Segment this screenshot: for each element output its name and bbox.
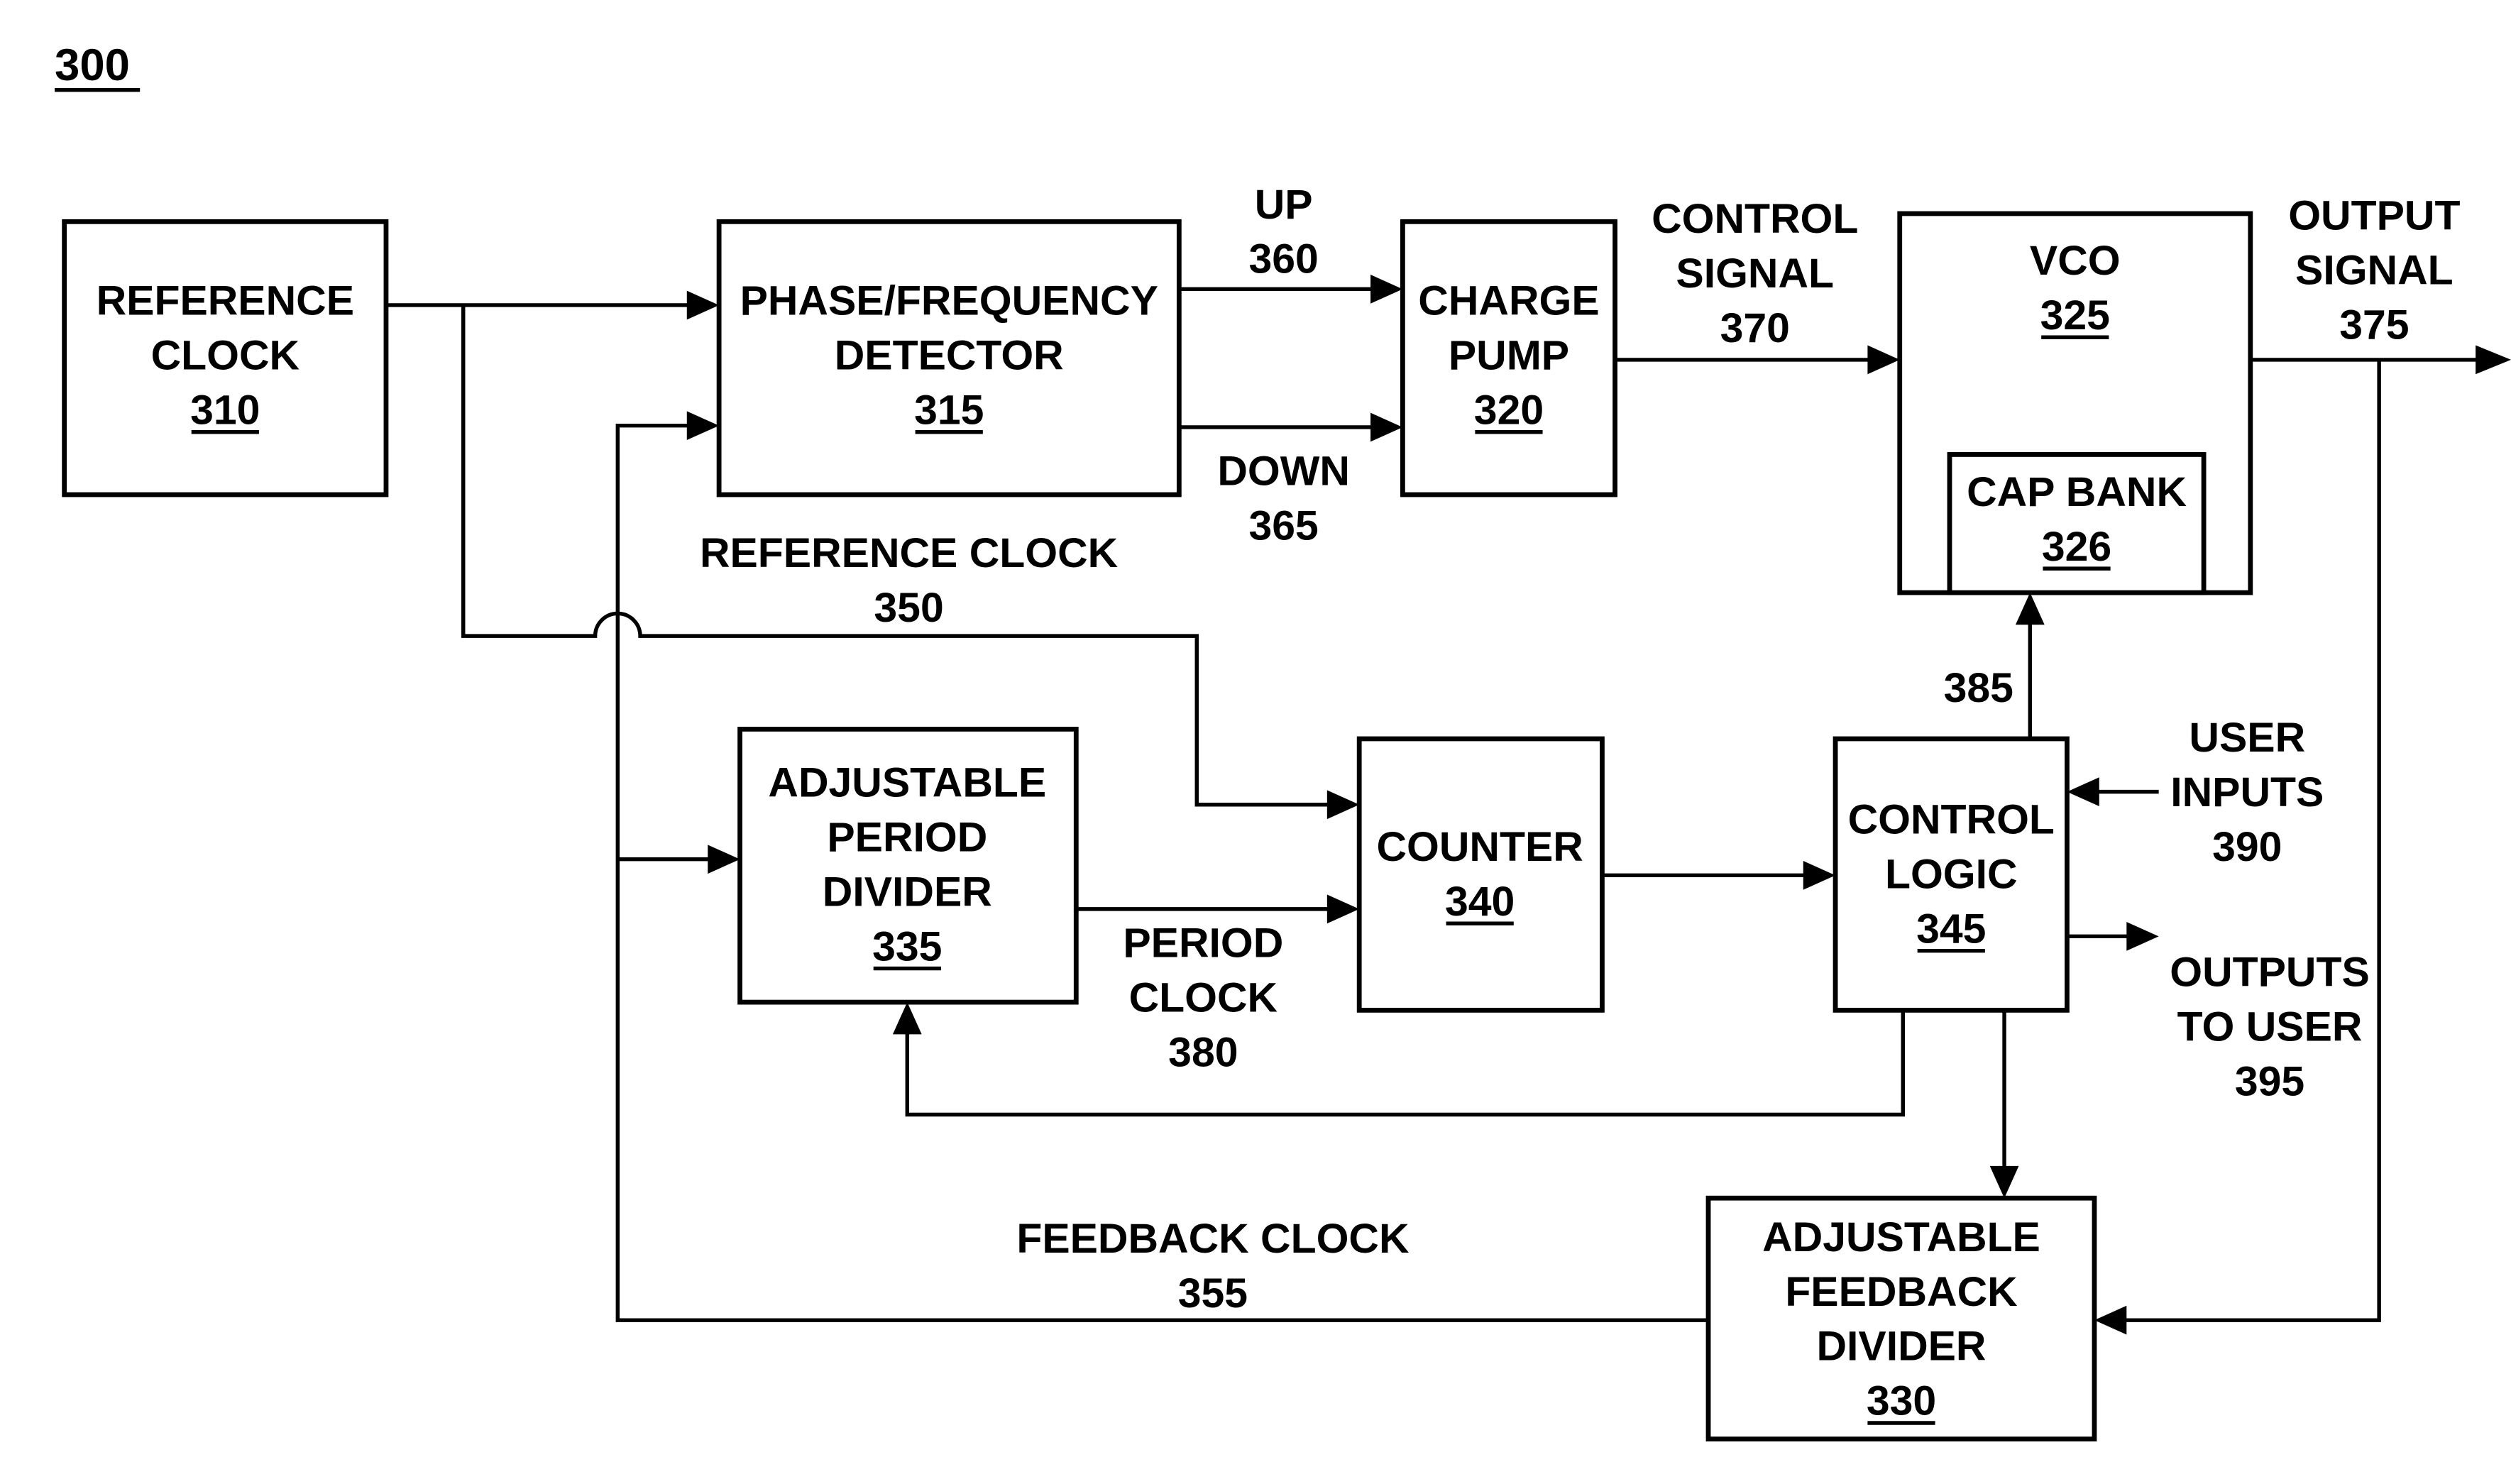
svg-text:UP: UP	[1255, 182, 1313, 228]
arrowhead-icon	[2067, 777, 2099, 807]
svg-text:SIGNAL: SIGNAL	[2295, 248, 2454, 294]
block-ref: 310	[190, 387, 260, 433]
block-charge-pump: CHARGE PUMP 320	[1400, 219, 1617, 498]
arrowhead-icon	[686, 290, 720, 320]
label-up-360: UP 360	[1249, 182, 1319, 282]
block-label: LOGIC	[1885, 851, 2018, 897]
block-label: PHASE/FREQUENCY	[740, 278, 1158, 324]
block-label: DETECTOR	[835, 333, 1064, 379]
svg-text:OUTPUTS: OUTPUTS	[2170, 950, 2370, 996]
block-label: PUMP	[1449, 333, 1569, 379]
svg-text:375: 375	[2339, 302, 2409, 348]
label-feedback-clock-355: FEEDBACK CLOCK 355	[1016, 1216, 1409, 1317]
arrowhead-icon	[1803, 860, 1836, 890]
block-label: CONTROL	[1848, 797, 2055, 843]
svg-text:380: 380	[1168, 1030, 1238, 1076]
block-ref: 345	[1916, 906, 1986, 952]
arrowhead-icon	[892, 1002, 922, 1035]
block-adjustable-period-divider: ADJUSTABLE PERIOD DIVIDER 335	[737, 727, 1079, 1005]
block-label: ADJUSTABLE	[768, 759, 1046, 806]
label-output-signal-375: OUTPUT SIGNAL 375	[2288, 193, 2460, 348]
wire-control-to-period-divider	[905, 1010, 1905, 1117]
block-ref: 320	[1474, 387, 1544, 433]
svg-text:USER: USER	[2189, 715, 2305, 761]
block-label: VCO	[2030, 238, 2121, 284]
block-ref: 340	[1445, 879, 1515, 925]
svg-text:365: 365	[1249, 502, 1319, 549]
block-label: COUNTER	[1377, 824, 1583, 870]
label-outputs-to-user-395: OUTPUTS TO USER 395	[2170, 950, 2370, 1105]
block-ref: 325	[2040, 292, 2110, 339]
arrowhead-icon	[2094, 1305, 2127, 1335]
arrowhead-icon	[1326, 790, 1360, 820]
block-label: CHARGE	[1418, 278, 1599, 324]
arrowhead-icon	[1989, 1165, 2019, 1199]
label-cap-control-385: 385	[1944, 665, 2013, 711]
label-period-clock-380: PERIOD CLOCK 380	[1123, 920, 1283, 1076]
block-label: FEEDBACK	[1785, 1269, 2017, 1315]
block-reference-clock: REFERENCE CLOCK 310	[62, 219, 389, 498]
svg-text:CONTROL: CONTROL	[1652, 196, 1858, 242]
block-label: DIVIDER	[823, 869, 992, 915]
block-label: ADJUSTABLE	[1762, 1214, 2040, 1260]
arrowhead-icon	[1326, 894, 1360, 924]
arrowhead-icon	[1370, 412, 1403, 442]
svg-text:385: 385	[1944, 665, 2013, 711]
block-label: DIVIDER	[1816, 1324, 1986, 1370]
svg-text:390: 390	[2212, 824, 2282, 870]
pll-block-diagram: 300 REFERENCE CLOCK 310 PHASE/FREQUENCY …	[55, 40, 2511, 1442]
arrowhead-icon	[708, 845, 740, 874]
block-ref: 330	[1867, 1378, 1936, 1424]
block-label: CLOCK	[151, 333, 300, 379]
svg-text:DOWN: DOWN	[1217, 448, 1350, 494]
svg-text:SIGNAL: SIGNAL	[1676, 251, 1834, 297]
label-down-365: DOWN 365	[1217, 448, 1350, 549]
svg-text:OUTPUT: OUTPUT	[2288, 193, 2460, 239]
svg-text:CLOCK: CLOCK	[1129, 975, 1278, 1021]
block-counter: COUNTER 340	[1356, 736, 1605, 1013]
arrowhead-icon	[686, 411, 720, 441]
svg-text:PERIOD: PERIOD	[1123, 920, 1283, 967]
block-control-logic: CONTROL LOGIC 345	[1833, 736, 2070, 1013]
block-label: CAP BANK	[1967, 469, 2187, 515]
arrowhead-icon	[1370, 274, 1403, 304]
block-label: REFERENCE	[97, 278, 354, 324]
block-adjustable-feedback-divider: ADJUSTABLE FEEDBACK DIVIDER 330	[1705, 1195, 2097, 1442]
label-user-inputs-390: USER INPUTS 390	[2170, 715, 2324, 870]
svg-text:REFERENCE CLOCK: REFERENCE CLOCK	[700, 530, 1118, 576]
arrowhead-icon	[2015, 593, 2045, 625]
arrowhead-icon	[2126, 921, 2159, 951]
figure-number: 300	[55, 40, 130, 90]
block-ref: 315	[914, 387, 984, 433]
label-control-signal-370: CONTROL SIGNAL 370	[1652, 196, 1858, 351]
svg-text:395: 395	[2235, 1058, 2304, 1104]
block-ref: 326	[2042, 524, 2111, 570]
svg-text:350: 350	[874, 585, 943, 631]
block-ref: 335	[872, 923, 942, 969]
arrowhead-icon	[1867, 345, 1900, 375]
svg-text:INPUTS: INPUTS	[2170, 769, 2324, 815]
block-label: PERIOD	[827, 814, 987, 860]
svg-text:360: 360	[1249, 236, 1319, 282]
block-cap-bank: CAP BANK 326	[1947, 452, 2207, 595]
svg-text:FEEDBACK CLOCK: FEEDBACK CLOCK	[1016, 1216, 1409, 1262]
label-reference-clock-350: REFERENCE CLOCK 350	[700, 530, 1118, 631]
svg-text:TO USER: TO USER	[2177, 1004, 2363, 1050]
block-phase-frequency-detector: PHASE/FREQUENCY DETECTOR 315	[716, 219, 1182, 498]
arrowhead-icon	[2476, 345, 2511, 375]
svg-text:355: 355	[1178, 1270, 1248, 1317]
svg-text:370: 370	[1720, 305, 1790, 351]
